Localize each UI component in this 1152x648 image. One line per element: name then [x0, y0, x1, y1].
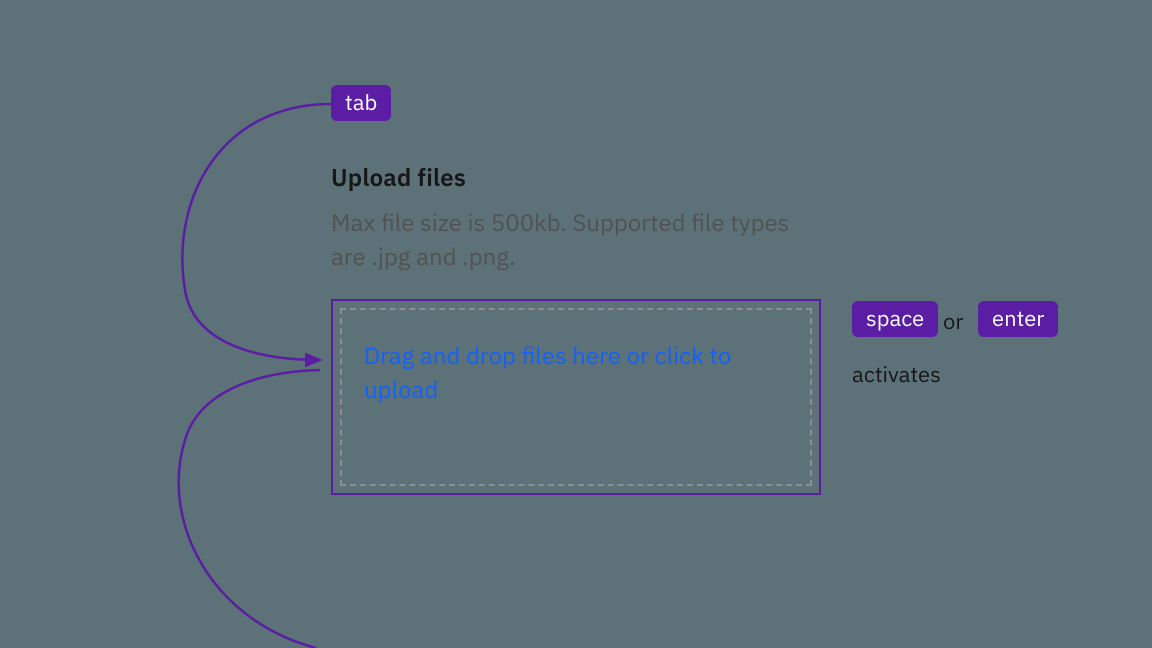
or-label: or — [943, 307, 963, 336]
diagram-canvas: tab Upload files Max file size is 500kb.… — [0, 0, 1152, 648]
file-dropzone-label: Drag and drop files here or click to upl… — [364, 339, 764, 406]
key-enter-badge: enter — [978, 301, 1058, 337]
uploader-heading: Upload files — [331, 161, 466, 193]
key-space-badge: space — [852, 301, 938, 337]
key-tab-badge: tab — [331, 85, 391, 121]
activates-label: activates — [852, 360, 941, 389]
uploader-subtext: Max file size is 500kb. Supported file t… — [331, 206, 811, 273]
